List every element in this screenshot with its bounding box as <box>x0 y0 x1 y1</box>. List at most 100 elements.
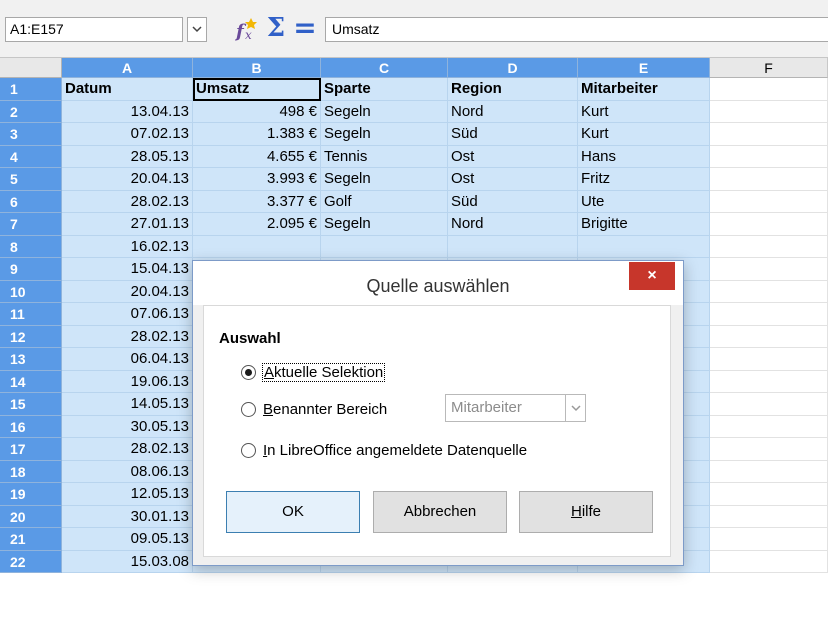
help-button[interactable]: Hilfe <box>519 491 653 533</box>
cell-c[interactable] <box>321 235 448 258</box>
cell-a[interactable]: 14.05.13 <box>62 393 193 416</box>
row-header[interactable]: 8 <box>0 235 62 258</box>
cell-c[interactable]: Segeln <box>321 100 448 123</box>
column-header-a[interactable]: A <box>62 58 193 78</box>
row-header[interactable]: 20 <box>0 505 62 528</box>
cell-d[interactable]: Süd <box>448 190 578 213</box>
cell-c[interactable]: Segeln <box>321 168 448 191</box>
row-header[interactable]: 2 <box>0 100 62 123</box>
cancel-button[interactable]: Abbrechen <box>373 491 507 533</box>
cell-f[interactable] <box>710 190 828 213</box>
cell-a[interactable]: 28.02.13 <box>62 438 193 461</box>
cell-d[interactable]: Nord <box>448 213 578 236</box>
cell-f[interactable] <box>710 505 828 528</box>
name-box[interactable]: A1:E157 <box>5 17 183 42</box>
cell-c[interactable]: Sparte <box>321 78 448 101</box>
cell-a[interactable]: 12.05.13 <box>62 483 193 506</box>
cell-f[interactable] <box>710 393 828 416</box>
name-box-dropdown[interactable] <box>187 17 207 42</box>
cell-d[interactable] <box>448 235 578 258</box>
cell-a[interactable]: 30.05.13 <box>62 415 193 438</box>
option-named-range[interactable]: Benannter Bereich <box>241 398 387 420</box>
cell-b[interactable]: 4.655 € <box>193 145 321 168</box>
cell-a[interactable]: 13.04.13 <box>62 100 193 123</box>
option-current-selection[interactable]: Aktuelle Selektion <box>241 361 386 383</box>
cell-a[interactable]: 27.01.13 <box>62 213 193 236</box>
cell-b[interactable]: 498 € <box>193 100 321 123</box>
cell-e[interactable]: Mitarbeiter <box>578 78 710 101</box>
cell-f[interactable] <box>710 325 828 348</box>
cell-e[interactable]: Fritz <box>578 168 710 191</box>
cell-a[interactable]: 16.02.13 <box>62 235 193 258</box>
cell-d[interactable]: Region <box>448 78 578 101</box>
sum-button[interactable]: Σ <box>264 13 288 43</box>
cell-d[interactable]: Süd <box>448 123 578 146</box>
cell-b[interactable]: 3.377 € <box>193 190 321 213</box>
cell-f[interactable] <box>710 145 828 168</box>
cell-d[interactable]: Ost <box>448 145 578 168</box>
cell-f[interactable] <box>710 235 828 258</box>
cell-a[interactable]: 06.04.13 <box>62 348 193 371</box>
cell-f[interactable] <box>710 528 828 551</box>
cell-f[interactable] <box>710 483 828 506</box>
row-header[interactable]: 9 <box>0 258 62 281</box>
cell-c[interactable]: Tennis <box>321 145 448 168</box>
select-all-corner[interactable] <box>0 58 62 78</box>
cell-a[interactable]: Datum <box>62 78 193 101</box>
cell-a[interactable]: 07.06.13 <box>62 303 193 326</box>
cell-f[interactable] <box>710 348 828 371</box>
column-header-d[interactable]: D <box>448 58 578 78</box>
cell-d[interactable]: Nord <box>448 100 578 123</box>
named-range-select[interactable]: Mitarbeiter <box>445 394 586 422</box>
row-header[interactable]: 10 <box>0 280 62 303</box>
column-header-c[interactable]: C <box>321 58 448 78</box>
radio-named-range[interactable] <box>241 401 256 417</box>
radio-current-selection[interactable] <box>241 364 256 380</box>
cell-a[interactable]: 28.02.13 <box>62 325 193 348</box>
row-header[interactable]: 6 <box>0 190 62 213</box>
cell-f[interactable] <box>710 100 828 123</box>
cell-f[interactable] <box>710 550 828 573</box>
cell-e[interactable] <box>578 235 710 258</box>
formula-input[interactable]: Umsatz <box>325 17 828 42</box>
option-registered-datasource[interactable]: In LibreOffice angemeldete Datenquelle <box>241 439 527 461</box>
cell-a[interactable]: 07.02.13 <box>62 123 193 146</box>
column-header-f[interactable]: F <box>710 58 828 78</box>
cell-f[interactable] <box>710 415 828 438</box>
cell-a[interactable]: 30.01.13 <box>62 505 193 528</box>
cell-b[interactable]: 2.095 € <box>193 213 321 236</box>
column-header-e[interactable]: E <box>578 58 710 78</box>
cell-c[interactable]: Golf <box>321 190 448 213</box>
cell-a[interactable]: 08.06.13 <box>62 460 193 483</box>
radio-registered-datasource[interactable] <box>241 442 256 458</box>
dialog-titlebar[interactable]: Quelle auswählen × <box>193 261 683 305</box>
row-header[interactable]: 15 <box>0 393 62 416</box>
cell-b[interactable] <box>193 235 321 258</box>
cell-a[interactable]: 28.02.13 <box>62 190 193 213</box>
row-header[interactable]: 19 <box>0 483 62 506</box>
cell-b[interactable]: 3.993 € <box>193 168 321 191</box>
cell-e[interactable]: Kurt <box>578 123 710 146</box>
function-wizard-button[interactable]: f x <box>233 16 259 42</box>
cell-a[interactable]: 15.04.13 <box>62 258 193 281</box>
row-header[interactable]: 1 <box>0 78 62 101</box>
cell-e[interactable]: Ute <box>578 190 710 213</box>
cell-f[interactable] <box>710 460 828 483</box>
row-header[interactable]: 4 <box>0 145 62 168</box>
cell-d[interactable]: Ost <box>448 168 578 191</box>
cell-c[interactable]: Segeln <box>321 213 448 236</box>
row-header[interactable]: 13 <box>0 348 62 371</box>
cell-b[interactable]: 1.383 € <box>193 123 321 146</box>
row-header[interactable]: 12 <box>0 325 62 348</box>
row-header[interactable]: 16 <box>0 415 62 438</box>
row-header[interactable]: 11 <box>0 303 62 326</box>
cell-a[interactable]: 09.05.13 <box>62 528 193 551</box>
row-header[interactable]: 18 <box>0 460 62 483</box>
cell-f[interactable] <box>710 303 828 326</box>
close-button[interactable]: × <box>629 262 675 290</box>
cell-a[interactable]: 15.03.08 <box>62 550 193 573</box>
cell-f[interactable] <box>710 123 828 146</box>
cell-f[interactable] <box>710 370 828 393</box>
cell-f[interactable] <box>710 213 828 236</box>
cell-a[interactable]: 20.04.13 <box>62 168 193 191</box>
